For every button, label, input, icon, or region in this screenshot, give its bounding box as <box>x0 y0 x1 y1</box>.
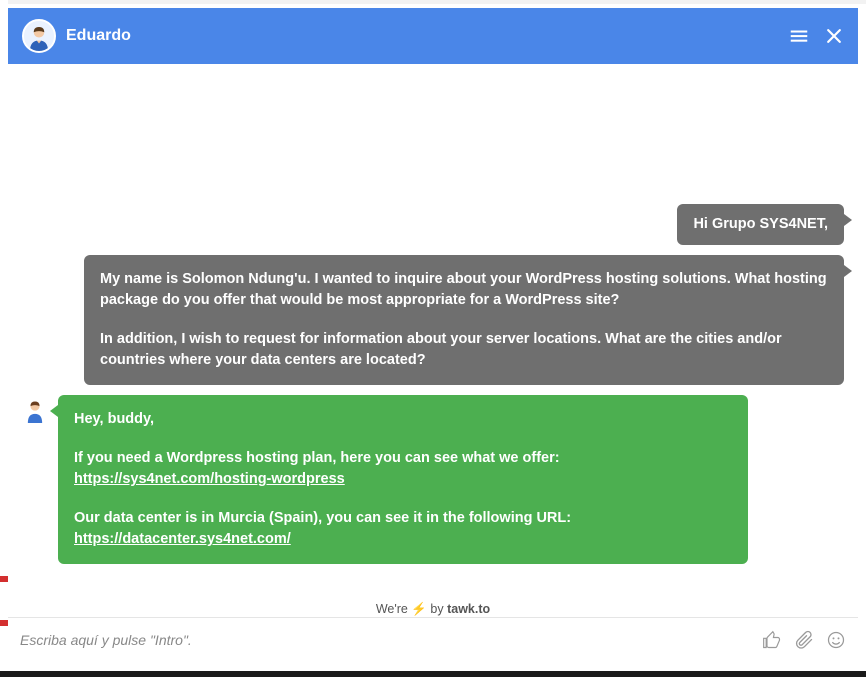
thumbs-up-icon <box>762 630 782 650</box>
message-text: My name is Solomon Ndung'u. I wanted to … <box>100 269 828 311</box>
message-row-visitor: Hi Grupo SYS4NET, <box>22 204 844 245</box>
paperclip-icon <box>794 630 814 650</box>
chat-header: Eduardo <box>8 8 858 64</box>
close-button[interactable] <box>824 26 844 46</box>
background-sliver-red <box>0 620 8 626</box>
message-row-operator: Hey, buddy, If you need a Wordpress host… <box>22 395 844 564</box>
attribution-brand[interactable]: tawk.to <box>447 602 490 616</box>
chat-body: Hi Grupo SYS4NET, My name is Solomon Ndu… <box>8 64 858 589</box>
message-text-fragment: If you need a Wordpress hosting plan, he… <box>74 450 560 466</box>
chat-widget: Eduardo Hi Grupo SYS4NET, <box>8 8 858 669</box>
message-link-hosting[interactable]: https://sys4net.com/hosting-wordpress <box>74 471 345 487</box>
spacer <box>8 64 858 194</box>
avatar-icon <box>22 397 48 423</box>
operator-name: Eduardo <box>66 27 774 45</box>
attribution-post: by <box>427 602 447 616</box>
message-text: Hey, buddy, <box>74 409 732 430</box>
message-bubble-visitor: My name is Solomon Ndung'u. I wanted to … <box>84 255 844 385</box>
menu-button[interactable] <box>788 25 810 47</box>
top-divider <box>0 0 866 4</box>
operator-avatar-small <box>22 397 48 423</box>
message-text: If you need a Wordpress hosting plan, he… <box>74 448 732 490</box>
bolt-icon: ⚡ <box>411 602 427 616</box>
rate-button[interactable] <box>762 630 782 650</box>
emoji-button[interactable] <box>826 630 846 650</box>
chat-widget-frame: Eduardo Hi Grupo SYS4NET, <box>0 0 866 677</box>
message-text-fragment: Our data center is in Murcia (Spain), yo… <box>74 510 571 526</box>
message-input[interactable] <box>20 632 750 648</box>
avatar-icon <box>24 21 54 51</box>
message-bubble-visitor: Hi Grupo SYS4NET, <box>677 204 844 245</box>
input-bar <box>8 617 858 661</box>
message-link-datacenter[interactable]: https://datacenter.sys4net.com/ <box>74 531 291 547</box>
hamburger-icon <box>788 25 810 47</box>
attach-button[interactable] <box>794 630 814 650</box>
attribution: We're ⚡ by tawk.to <box>8 602 858 617</box>
attribution-pre: We're <box>376 602 412 616</box>
bottom-strip <box>0 671 866 677</box>
message-row-visitor: My name is Solomon Ndung'u. I wanted to … <box>22 255 844 385</box>
background-sliver-red <box>0 576 8 582</box>
operator-avatar <box>22 19 56 53</box>
message-text: Our data center is in Murcia (Spain), yo… <box>74 508 732 550</box>
message-bubble-operator: Hey, buddy, If you need a Wordpress host… <box>58 395 748 564</box>
close-icon <box>824 26 844 46</box>
emoji-icon <box>826 630 846 650</box>
message-text: In addition, I wish to request for infor… <box>100 329 828 371</box>
message-text: Hi Grupo SYS4NET, <box>693 214 828 235</box>
